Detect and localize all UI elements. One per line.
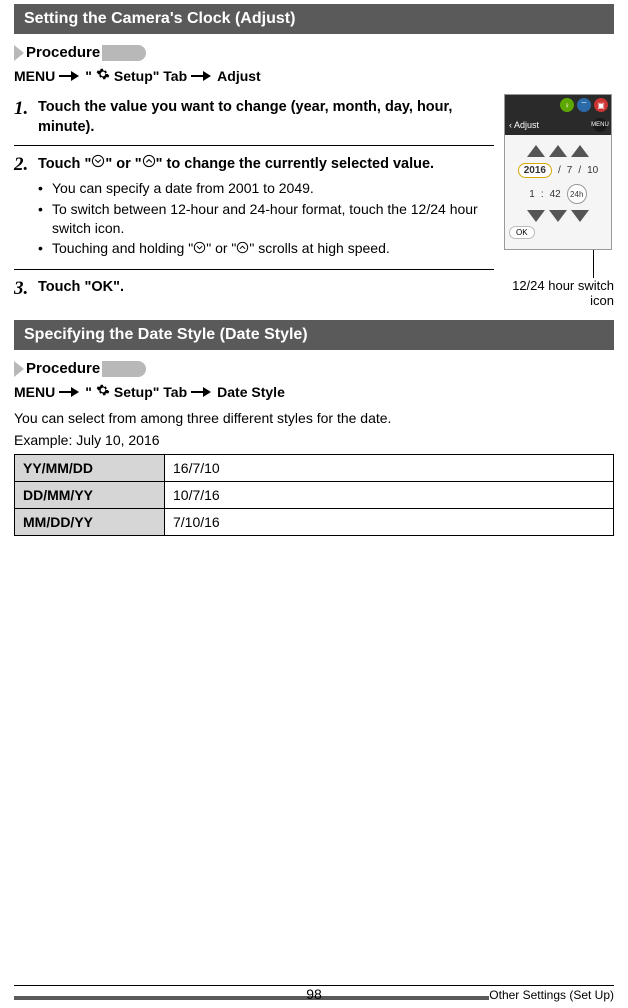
date-style-table: YY/MM/DD 16/7/10 DD/MM/YY 10/7/16 MM/DD/…	[14, 454, 614, 536]
menu-path-part: Adjust	[217, 68, 261, 84]
hour-format-switch-icon: 24h	[567, 184, 587, 204]
mini-day: 10	[587, 165, 598, 176]
gear-icon	[96, 67, 110, 84]
procedure-label: Procedure	[24, 360, 102, 377]
table-row: YY/MM/DD 16/7/10	[15, 455, 614, 482]
menu-path-part: "	[85, 68, 92, 84]
step-bullets: You can specify a date from 2001 to 2049…	[38, 179, 494, 259]
mini-header: ‹ Adjust MENU	[505, 115, 611, 135]
example-text: Example: July 10, 2016	[14, 432, 614, 448]
back-icon: ‹ Adjust	[509, 120, 539, 130]
menu-path-date-style: MENU " Setup" Tab Date Style	[14, 383, 614, 400]
mini-year: 2016	[518, 163, 552, 178]
step-number: 2.	[14, 154, 38, 261]
procedure-heading: Procedure	[14, 44, 614, 61]
wifi-icon: ⌔	[577, 98, 591, 112]
procedure-arrow-icon	[14, 45, 24, 61]
divider	[14, 269, 494, 270]
desc-text: You can select from among three differen…	[14, 410, 614, 426]
menu-path-part: Setup" Tab	[114, 68, 187, 84]
step-number: 1.	[14, 98, 38, 137]
page-number: 98	[306, 986, 322, 1002]
mini-status-bar: ♀ ⌔ ▣	[505, 95, 611, 115]
section-title-adjust: Setting the Camera's Clock (Adjust)	[14, 4, 614, 34]
table-header-cell: MM/DD/YY	[15, 509, 165, 536]
camera-icon: ▣	[594, 98, 608, 112]
menu-path-part: MENU	[14, 384, 55, 400]
right-arrow-icon	[59, 71, 81, 81]
mini-min: 42	[550, 189, 561, 200]
step-3: 3. Touch "OK".	[14, 278, 494, 300]
procedure-cap-icon	[102, 45, 146, 61]
mini-date-row: 2016 / 7 / 10	[509, 163, 607, 178]
section-title-date-style: Specifying the Date Style (Date Style)	[14, 320, 614, 350]
menu-path-part: MENU	[14, 68, 55, 84]
step-number: 3.	[14, 278, 38, 300]
step-text: Touch "OK".	[38, 278, 494, 298]
up-circle-icon	[236, 240, 249, 259]
right-arrow-icon	[59, 387, 81, 397]
right-arrow-icon	[191, 71, 213, 81]
right-arrow-icon	[191, 387, 213, 397]
screenshot-illustration: ♀ ⌔ ▣ ‹ Adjust MENU 2016 / 7 / 10	[504, 94, 614, 308]
page-footer: 98 Other Settings (Set Up)	[14, 985, 614, 1002]
table-header-cell: DD/MM/YY	[15, 482, 165, 509]
down-circle-icon	[193, 240, 206, 259]
table-cell: 16/7/10	[165, 455, 614, 482]
divider	[14, 145, 494, 146]
bullet: Touching and holding "" or "" scrolls at…	[38, 239, 494, 259]
menu-path-adjust: MENU " Setup" Tab Adjust	[14, 67, 614, 84]
procedure-cap-icon	[102, 361, 146, 377]
step-text: Touch "" or "" to change the currently s…	[38, 154, 494, 175]
table-row: DD/MM/YY 10/7/16	[15, 482, 614, 509]
status-icon: ♀	[560, 98, 574, 112]
procedure-label: Procedure	[24, 44, 102, 61]
up-circle-icon	[142, 154, 156, 175]
procedure-heading: Procedure	[14, 360, 614, 377]
table-cell: 7/10/16	[165, 509, 614, 536]
step-text: Touch the value you want to change (year…	[38, 98, 494, 137]
down-circle-icon	[91, 154, 105, 175]
mini-screen: ♀ ⌔ ▣ ‹ Adjust MENU 2016 / 7 / 10	[504, 94, 612, 250]
table-header-cell: YY/MM/DD	[15, 455, 165, 482]
mini-hour: 1	[529, 189, 535, 200]
bullet: To switch between 12-hour and 24-hour fo…	[38, 200, 494, 238]
mini-ok-button: OK	[509, 226, 535, 239]
down-arrows-icon	[509, 210, 607, 222]
footer-section-name: Other Settings (Set Up)	[489, 988, 614, 1002]
step-1: 1. Touch the value you want to change (y…	[14, 98, 494, 137]
callout-label: 12/24 hour switch icon	[504, 278, 614, 308]
mini-month: 7	[567, 165, 573, 176]
menu-path-part: Date Style	[217, 384, 285, 400]
procedure-arrow-icon	[14, 361, 24, 377]
mini-time-row: 1 : 42 24h	[509, 184, 607, 204]
menu-path-part: "	[85, 384, 92, 400]
step-2: 2. Touch "" or "" to change the currentl…	[14, 154, 494, 261]
table-cell: 10/7/16	[165, 482, 614, 509]
table-row: MM/DD/YY 7/10/16	[15, 509, 614, 536]
gear-icon	[96, 383, 110, 400]
callout-line	[593, 250, 594, 278]
up-arrows-icon	[509, 145, 607, 157]
menu-path-part: Setup" Tab	[114, 384, 187, 400]
menu-icon: MENU	[593, 118, 607, 132]
bullet: You can specify a date from 2001 to 2049…	[38, 179, 494, 198]
